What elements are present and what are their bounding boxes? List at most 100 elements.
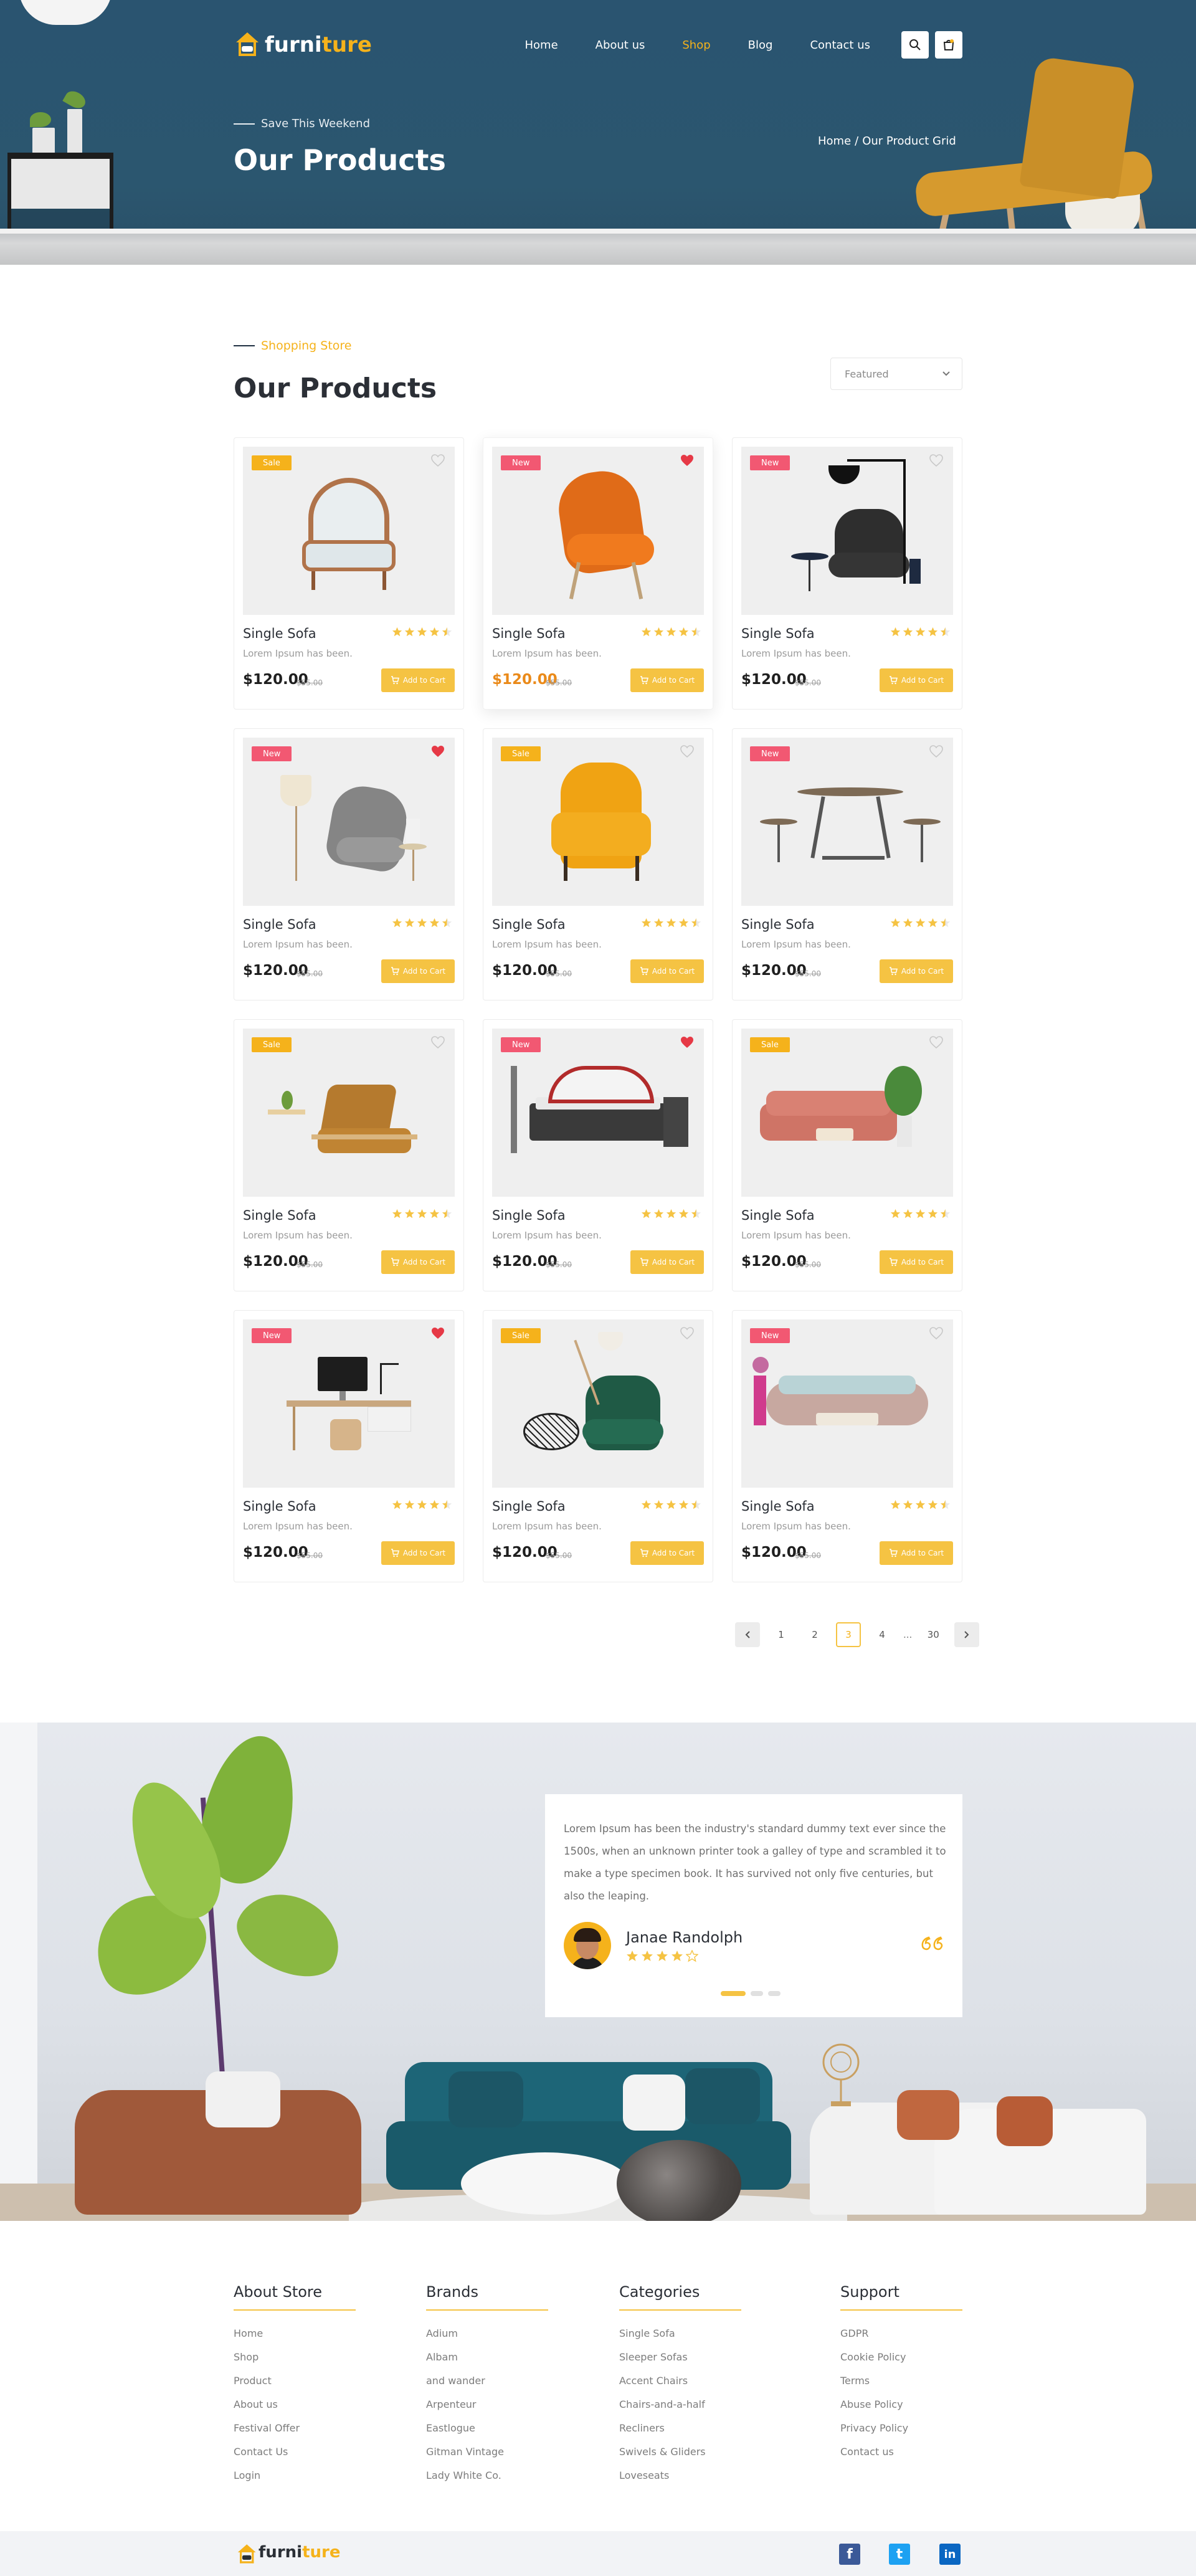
product-image[interactable]: Sale xyxy=(243,447,455,615)
footer-link[interactable]: Festival Offer xyxy=(234,2422,300,2434)
wishlist-button[interactable] xyxy=(929,1036,943,1051)
product-name[interactable]: Single Sofa xyxy=(741,1499,815,1514)
add-to-cart-button[interactable]: Add to Cart xyxy=(880,1250,953,1274)
wishlist-button[interactable] xyxy=(431,1036,445,1051)
sort-dropdown[interactable]: Featured xyxy=(830,358,962,390)
nav-link-contact-us[interactable]: Contact us xyxy=(810,39,870,52)
product-image[interactable]: New xyxy=(741,447,953,615)
add-to-cart-button[interactable]: Add to Cart xyxy=(880,668,953,692)
product-card[interactable]: New Single Sofa Lorem Ipsum has been. $120.… xyxy=(483,1019,713,1291)
product-card[interactable]: New Single Sofa Lorem Ipsum has been. $120.… xyxy=(732,1310,962,1582)
product-name[interactable]: Single Sofa xyxy=(243,917,316,932)
product-name[interactable]: Single Sofa xyxy=(741,626,815,641)
facebook-icon[interactable]: f xyxy=(839,2544,860,2565)
product-card[interactable]: Sale Single Sofa Lorem Ipsum has been. $120… xyxy=(732,1019,962,1291)
add-to-cart-button[interactable]: Add to Cart xyxy=(880,959,953,983)
wishlist-button[interactable] xyxy=(431,745,445,760)
footer-link[interactable]: Privacy Policy xyxy=(840,2422,908,2434)
product-image[interactable]: New xyxy=(492,1029,704,1197)
product-card[interactable]: New Single Sofa Lorem Ipsum has been. $120.… xyxy=(732,728,962,1000)
footer-link[interactable]: Swivels & Gliders xyxy=(619,2446,706,2458)
add-to-cart-button[interactable]: Add to Cart xyxy=(630,1541,704,1565)
product-image[interactable]: New xyxy=(243,738,455,906)
wishlist-button[interactable] xyxy=(929,1327,943,1342)
product-name[interactable]: Single Sofa xyxy=(492,1499,566,1514)
product-card[interactable]: New Single Sofa Lorem Ipsum has been. $120.… xyxy=(732,437,962,710)
add-to-cart-button[interactable]: Add to Cart xyxy=(381,959,455,983)
nav-link-about-us[interactable]: About us xyxy=(596,39,645,52)
wishlist-button[interactable] xyxy=(929,745,943,760)
product-name[interactable]: Single Sofa xyxy=(741,917,815,932)
product-card[interactable]: New Single Sofa Lorem Ipsum has been. $120.… xyxy=(483,437,713,710)
footer-link[interactable]: Gitman Vintage xyxy=(426,2446,504,2458)
add-to-cart-button[interactable]: Add to Cart xyxy=(630,668,704,692)
footer-link[interactable]: Loveseats xyxy=(619,2469,669,2481)
footer-link[interactable]: Accent Chairs xyxy=(619,2375,688,2387)
product-card[interactable]: New Single Sofa Lorem Ipsum has been. $120.… xyxy=(234,1310,464,1582)
wishlist-button[interactable] xyxy=(431,1327,445,1342)
footer-link[interactable]: Recliners xyxy=(619,2422,665,2434)
slider-dot[interactable] xyxy=(721,1991,746,1996)
add-to-cart-button[interactable]: Add to Cart xyxy=(880,1541,953,1565)
footer-link[interactable]: Eastlogue xyxy=(426,2422,475,2434)
product-card[interactable]: Sale Single Sofa Lorem Ipsum has been. $120… xyxy=(234,1019,464,1291)
wishlist-button[interactable] xyxy=(680,1036,694,1051)
pagination-page[interactable]: 2 xyxy=(802,1622,827,1647)
product-name[interactable]: Single Sofa xyxy=(492,917,566,932)
product-image[interactable]: New xyxy=(741,738,953,906)
add-to-cart-button[interactable]: Add to Cart xyxy=(630,1250,704,1274)
nav-link-blog[interactable]: Blog xyxy=(748,39,773,52)
wishlist-button[interactable] xyxy=(680,1327,694,1342)
cart-button[interactable] xyxy=(935,31,962,59)
add-to-cart-button[interactable]: Add to Cart xyxy=(381,668,455,692)
site-logo[interactable]: furni ture xyxy=(234,31,372,59)
product-image[interactable]: Sale xyxy=(492,1319,704,1488)
pagination-page[interactable]: 4 xyxy=(870,1622,895,1647)
wishlist-button[interactable] xyxy=(929,454,943,469)
footer-link[interactable]: Sleeper Sofas xyxy=(619,2351,688,2363)
footer-link[interactable]: Abuse Policy xyxy=(840,2398,903,2410)
add-to-cart-button[interactable]: Add to Cart xyxy=(630,959,704,983)
product-image[interactable]: Sale xyxy=(741,1029,953,1197)
add-to-cart-button[interactable]: Add to Cart xyxy=(381,1541,455,1565)
footer-link[interactable]: GDPR xyxy=(840,2327,868,2339)
search-button[interactable] xyxy=(901,31,929,59)
product-card[interactable]: Sale Single Sofa Lorem Ipsum has been. $120… xyxy=(234,437,464,710)
product-card[interactable]: Sale Single Sofa Lorem Ipsum has been. $120… xyxy=(483,728,713,1000)
add-to-cart-button[interactable]: Add to Cart xyxy=(381,1250,455,1274)
pagination-prev-button[interactable] xyxy=(735,1622,760,1647)
slider-dot[interactable] xyxy=(768,1991,781,1996)
product-image[interactable]: New xyxy=(741,1319,953,1488)
product-card[interactable]: Sale Single Sofa Lorem Ipsum has been. $120… xyxy=(483,1310,713,1582)
product-card[interactable]: New Single Sofa Lorem Ipsum has been. $120.… xyxy=(234,728,464,1000)
footer-link[interactable]: Cookie Policy xyxy=(840,2351,906,2363)
breadcrumb-home[interactable]: Home xyxy=(818,135,851,148)
footer-link[interactable]: Albam xyxy=(426,2351,458,2363)
footer-link[interactable]: Contact Us xyxy=(234,2446,288,2458)
nav-link-shop[interactable]: Shop xyxy=(682,39,710,52)
product-name[interactable]: Single Sofa xyxy=(243,1208,316,1223)
product-name[interactable]: Single Sofa xyxy=(492,1208,566,1223)
footer-link[interactable]: Adium xyxy=(426,2327,458,2339)
product-name[interactable]: Single Sofa xyxy=(741,1208,815,1223)
wishlist-button[interactable] xyxy=(680,745,694,760)
product-name[interactable]: Single Sofa xyxy=(492,626,566,641)
pagination-page[interactable]: 3 xyxy=(836,1622,861,1647)
footer-link[interactable]: Chairs-and-a-half xyxy=(619,2398,705,2410)
footer-link[interactable]: Single Sofa xyxy=(619,2327,675,2339)
footer-link[interactable]: Lady White Co. xyxy=(426,2469,501,2481)
footer-link[interactable]: Home xyxy=(234,2327,263,2339)
product-image[interactable]: New xyxy=(243,1319,455,1488)
nav-link-home[interactable]: Home xyxy=(524,39,558,52)
product-image[interactable]: New xyxy=(492,447,704,615)
footer-link[interactable]: Shop xyxy=(234,2351,259,2363)
linkedin-icon[interactable]: in xyxy=(939,2544,961,2565)
footer-link[interactable]: Terms xyxy=(840,2375,870,2387)
footer-link[interactable]: About us xyxy=(234,2398,278,2410)
product-name[interactable]: Single Sofa xyxy=(243,626,316,641)
pagination-page[interactable]: 30 xyxy=(921,1622,946,1647)
twitter-icon[interactable]: t xyxy=(889,2544,910,2565)
product-name[interactable]: Single Sofa xyxy=(243,1499,316,1514)
footer-link[interactable]: Contact us xyxy=(840,2446,894,2458)
footer-logo[interactable]: furni ture xyxy=(234,2541,340,2564)
